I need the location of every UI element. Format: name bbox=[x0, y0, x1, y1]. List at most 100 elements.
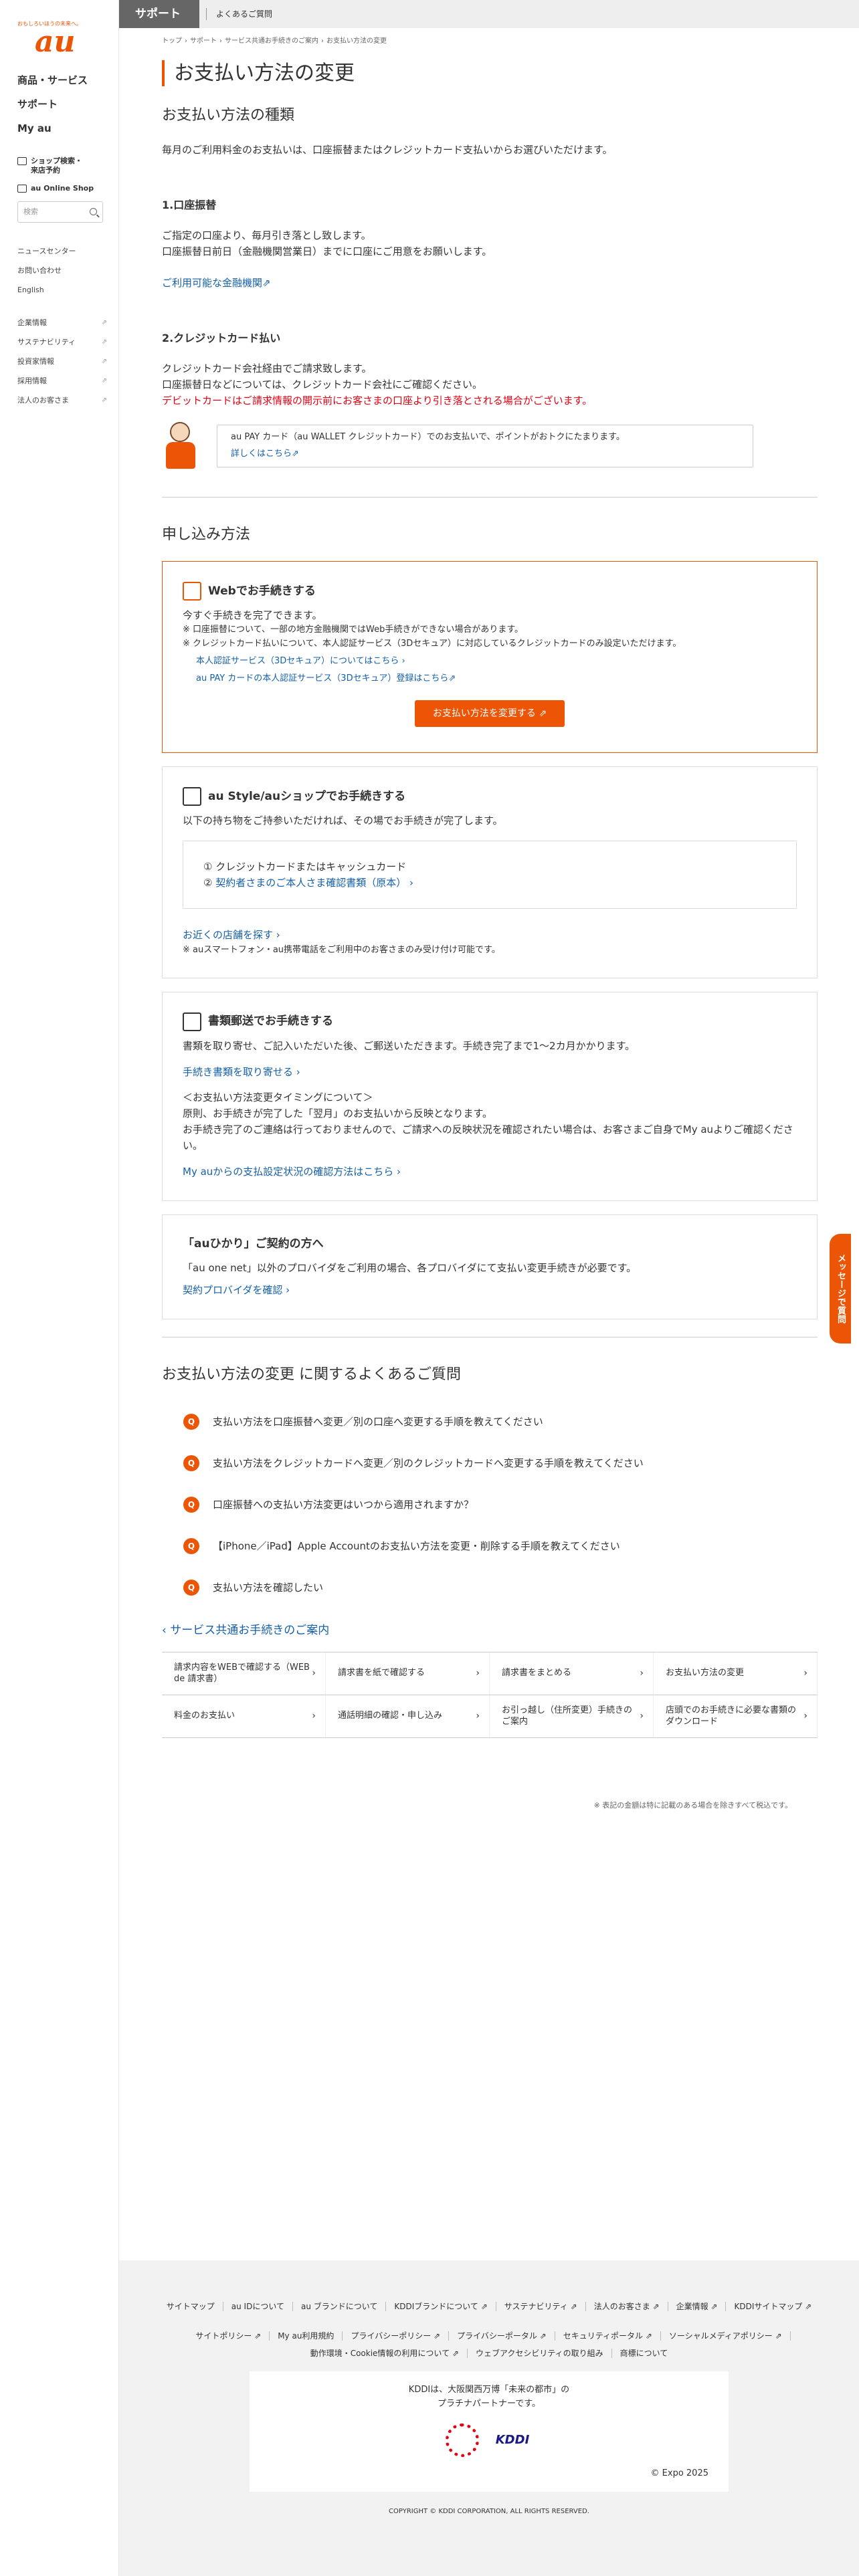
sidebar-item-news[interactable]: ニュースセンター bbox=[17, 241, 118, 261]
sidebar-item-english[interactable]: English bbox=[17, 280, 118, 300]
sidebar-item-label: サステナビリティ bbox=[17, 337, 76, 346]
shop-note: ※ auスマートフォン・au携帯電話をご利用中のお客さまのみ受け付け可能です。 bbox=[183, 944, 500, 955]
service-item-label: お引っ越し（住所変更）手続きのご案内 bbox=[502, 1705, 633, 1727]
sidebar-item-products[interactable]: 商品・サービス bbox=[17, 68, 118, 92]
service-item-label: 店頭でのお手続きに必要な書類のダウンロード bbox=[666, 1705, 797, 1727]
footer-link[interactable]: ウェブアクセシビリティの取り組み bbox=[468, 2349, 612, 2358]
promo-link[interactable]: 詳しくはこちら⇗ bbox=[231, 449, 299, 459]
service-item-label: お支払い方法の変更 bbox=[666, 1668, 745, 1679]
hikari-card-header: 「auひかり」ご契約の方へ bbox=[183, 1235, 797, 1253]
sidebar-item-label: 企業情報 bbox=[17, 318, 47, 327]
search-icon[interactable] bbox=[90, 208, 97, 216]
question-badge-icon: Q bbox=[183, 1537, 199, 1554]
faq-link[interactable]: よくあるご質問 bbox=[206, 8, 272, 20]
service-item-label: 請求内容をWEBで確認する（WEB de 請求書） bbox=[174, 1662, 310, 1684]
footer-link[interactable]: サステナビリティ ⇗ bbox=[496, 2302, 586, 2311]
shop-card: au Style/auショップでお手続きする 以下の持ち物をご持参いただければ、… bbox=[162, 766, 818, 978]
types-lead: 毎月のご利用料金のお支払いは、口座振替またはクレジットカード支払いからお選びいた… bbox=[162, 144, 613, 156]
service-item[interactable]: 請求書を紙で確認する › bbox=[326, 1652, 490, 1696]
web-card-title: Webでお手続きする bbox=[208, 584, 316, 598]
breadcrumb-sep: › bbox=[219, 37, 222, 45]
faq-item[interactable]: Q 支払い方法を口座振替へ変更／別の口座へ変更する手順を教えてください bbox=[162, 1401, 818, 1442]
search-placeholder: 検索 bbox=[23, 207, 38, 217]
change-payment-button[interactable]: お支払い方法を変更する ⇗ bbox=[415, 700, 565, 728]
chevron-right-icon: › bbox=[640, 1711, 644, 1722]
sidebar-item-corporate[interactable]: 企業情報 ⇗ bbox=[17, 313, 107, 332]
id-documents-link[interactable]: 契約者さまのご本人さま確認書類（原本） › bbox=[215, 877, 413, 889]
service-item[interactable]: 請求書をまとめる › bbox=[490, 1652, 654, 1696]
sidebar-item-support[interactable]: サポート bbox=[17, 92, 118, 116]
sidebar-item-myau[interactable]: My au bbox=[17, 116, 118, 140]
sidebar-item-careers[interactable]: 採用情報 ⇗ bbox=[17, 371, 107, 391]
au-logo: au bbox=[35, 24, 76, 59]
breadcrumb: トップ › サポート › サービス共通お手続きのご案内 › お支払い方法の変更 bbox=[162, 28, 818, 60]
sidebar-item-label: 投資家情報 bbox=[17, 356, 54, 366]
faq-item[interactable]: Q 支払い方法をクレジットカードへ変更／別のクレジットカードへ変更する手順を教えて… bbox=[162, 1442, 818, 1484]
bank-institutions-link[interactable]: ご利用可能な金融機関⇗ bbox=[162, 277, 271, 289]
expo-banner[interactable]: KDDIは、大阪関西万博「未来の都市」の プラチナパートナーです。 KDDI ©… bbox=[250, 2371, 729, 2492]
search-input[interactable]: 検索 bbox=[17, 201, 103, 223]
sidebar-item-shop[interactable]: ショップ検索・来店予約 bbox=[17, 156, 118, 176]
service-item[interactable]: お引っ越し（住所変更）手続きのご案内 › bbox=[490, 1695, 654, 1739]
myau-check-link[interactable]: My auからの支払設定状況の確認方法はこちら › bbox=[183, 1166, 401, 1178]
topbar-title[interactable]: サポート bbox=[119, 0, 199, 28]
message-question-tab[interactable]: メッセージで質問 bbox=[830, 1234, 851, 1344]
service-item-label: 請求書を紙で確認する bbox=[338, 1668, 425, 1679]
footer-link[interactable]: 動作環境・Cookie情報の利用について ⇗ bbox=[302, 2349, 468, 2358]
service-item[interactable]: 請求内容をWEBで確認する（WEB de 請求書） › bbox=[162, 1652, 326, 1696]
service-item[interactable]: 料金のお支払い › bbox=[162, 1695, 326, 1739]
aupay-3d-secure-link[interactable]: au PAY カードの本人認証サービス（3Dセキュア）登録はこちら⇗ bbox=[196, 673, 456, 683]
footer-link[interactable]: au ブランドについて bbox=[293, 2302, 387, 2311]
footer-link[interactable]: au IDについて bbox=[223, 2302, 293, 2311]
3d-secure-link[interactable]: 本人認証サービス（3Dセキュア）についてはこちら › bbox=[196, 656, 405, 666]
footer-link[interactable]: サイトポリシー ⇗ bbox=[187, 2331, 270, 2341]
section-title-types: お支払い方法の種類 bbox=[162, 107, 295, 124]
breadcrumb-item[interactable]: トップ bbox=[162, 37, 182, 45]
breadcrumb-item[interactable]: サポート bbox=[190, 37, 217, 45]
request-forms-link[interactable]: 手続き書類を取り寄せる › bbox=[183, 1066, 300, 1078]
footer-link[interactable]: 法人のお客さま ⇗ bbox=[586, 2302, 668, 2311]
breadcrumb-sep: › bbox=[185, 37, 187, 45]
footer-link[interactable]: 企業情報 ⇗ bbox=[668, 2302, 727, 2311]
sidebar-item-investors[interactable]: 投資家情報 ⇗ bbox=[17, 352, 107, 371]
chevron-right-icon: › bbox=[640, 1668, 644, 1679]
footer-link[interactable]: サイトマップ bbox=[159, 2302, 223, 2311]
sidebar-item-sustainability[interactable]: サステナビリティ ⇗ bbox=[17, 332, 107, 352]
service-item[interactable]: 通話明細の確認・申し込み › bbox=[326, 1695, 490, 1739]
sidebar-item-online-shop[interactable]: au Online Shop bbox=[17, 184, 118, 193]
footer-link[interactable]: セキュリティポータル ⇗ bbox=[555, 2331, 661, 2341]
chevron-right-icon: › bbox=[476, 1668, 480, 1679]
footer-link[interactable]: プライバシーポータル ⇗ bbox=[449, 2331, 555, 2341]
faq-title: お支払い方法の変更 に関するよくあるご質問 bbox=[162, 1366, 461, 1383]
breadcrumb-sep: › bbox=[321, 37, 324, 45]
service-item[interactable]: 店頭でのお手続きに必要な書類のダウンロード › bbox=[654, 1695, 818, 1739]
footer-link[interactable]: KDDIサイトマップ ⇗ bbox=[726, 2302, 820, 2311]
faq-item[interactable]: Q 口座振替への支払い方法変更はいつから適用されますか？ bbox=[162, 1484, 818, 1525]
question-badge-icon: Q bbox=[183, 1413, 199, 1430]
sidebar-main-nav: 商品・サービス サポート My au bbox=[0, 67, 118, 140]
sidebar-sub-nav: ショップ検索・来店予約 au Online Shop bbox=[0, 140, 118, 193]
provider-link[interactable]: 契約プロバイダを確認 › bbox=[183, 1284, 290, 1296]
footer-bg: サイトマップ au IDについて au ブランドについて KDDIブランドについて ⇗… bbox=[119, 2260, 859, 2576]
expo-text2: プラチナパートナーです。 bbox=[438, 2398, 541, 2409]
web-card-header: Webでお手続きする bbox=[183, 582, 797, 601]
service-item[interactable]: お支払い方法の変更 › bbox=[654, 1652, 818, 1696]
footer-link[interactable]: プライバシーポリシー ⇗ bbox=[343, 2331, 450, 2341]
footer-link[interactable]: 商標について bbox=[612, 2349, 676, 2358]
service-guide-link[interactable]: ‹ サービス共通お手続きのご案内 bbox=[162, 1622, 818, 1640]
find-store-link[interactable]: お近くの店舗を探す › bbox=[183, 929, 280, 941]
breadcrumb-item[interactable]: サービス共通お手続きのご案内 bbox=[225, 37, 318, 45]
faq-item[interactable]: Q 支払い方法を確認したい bbox=[162, 1567, 818, 1608]
footer-link[interactable]: My au利用規約 bbox=[270, 2331, 343, 2341]
sidebar-item-contact[interactable]: お問い合わせ bbox=[17, 261, 118, 280]
sidebar-item-business[interactable]: 法人のお客さま ⇗ bbox=[17, 391, 107, 410]
bank-transfer-title: 1.口座振替 bbox=[162, 199, 217, 212]
footer-link[interactable]: KDDIブランドについて ⇗ bbox=[386, 2302, 496, 2311]
faq-item[interactable]: Q 【iPhone／iPad】Apple Accountのお支払い方法を変更・削除… bbox=[162, 1525, 818, 1567]
logo[interactable]: おもしろいほうの未来へ。 au bbox=[0, 0, 118, 67]
faq-text: 支払い方法を口座振替へ変更／別の口座へ変更する手順を教えてください bbox=[213, 1415, 543, 1428]
chevron-right-icon: › bbox=[312, 1668, 316, 1679]
expo-copyright: © Expo 2025 bbox=[650, 2468, 708, 2479]
footer-link[interactable]: ソーシャルメディアポリシー ⇗ bbox=[661, 2331, 791, 2341]
kddi-logo: KDDI bbox=[495, 2432, 530, 2447]
